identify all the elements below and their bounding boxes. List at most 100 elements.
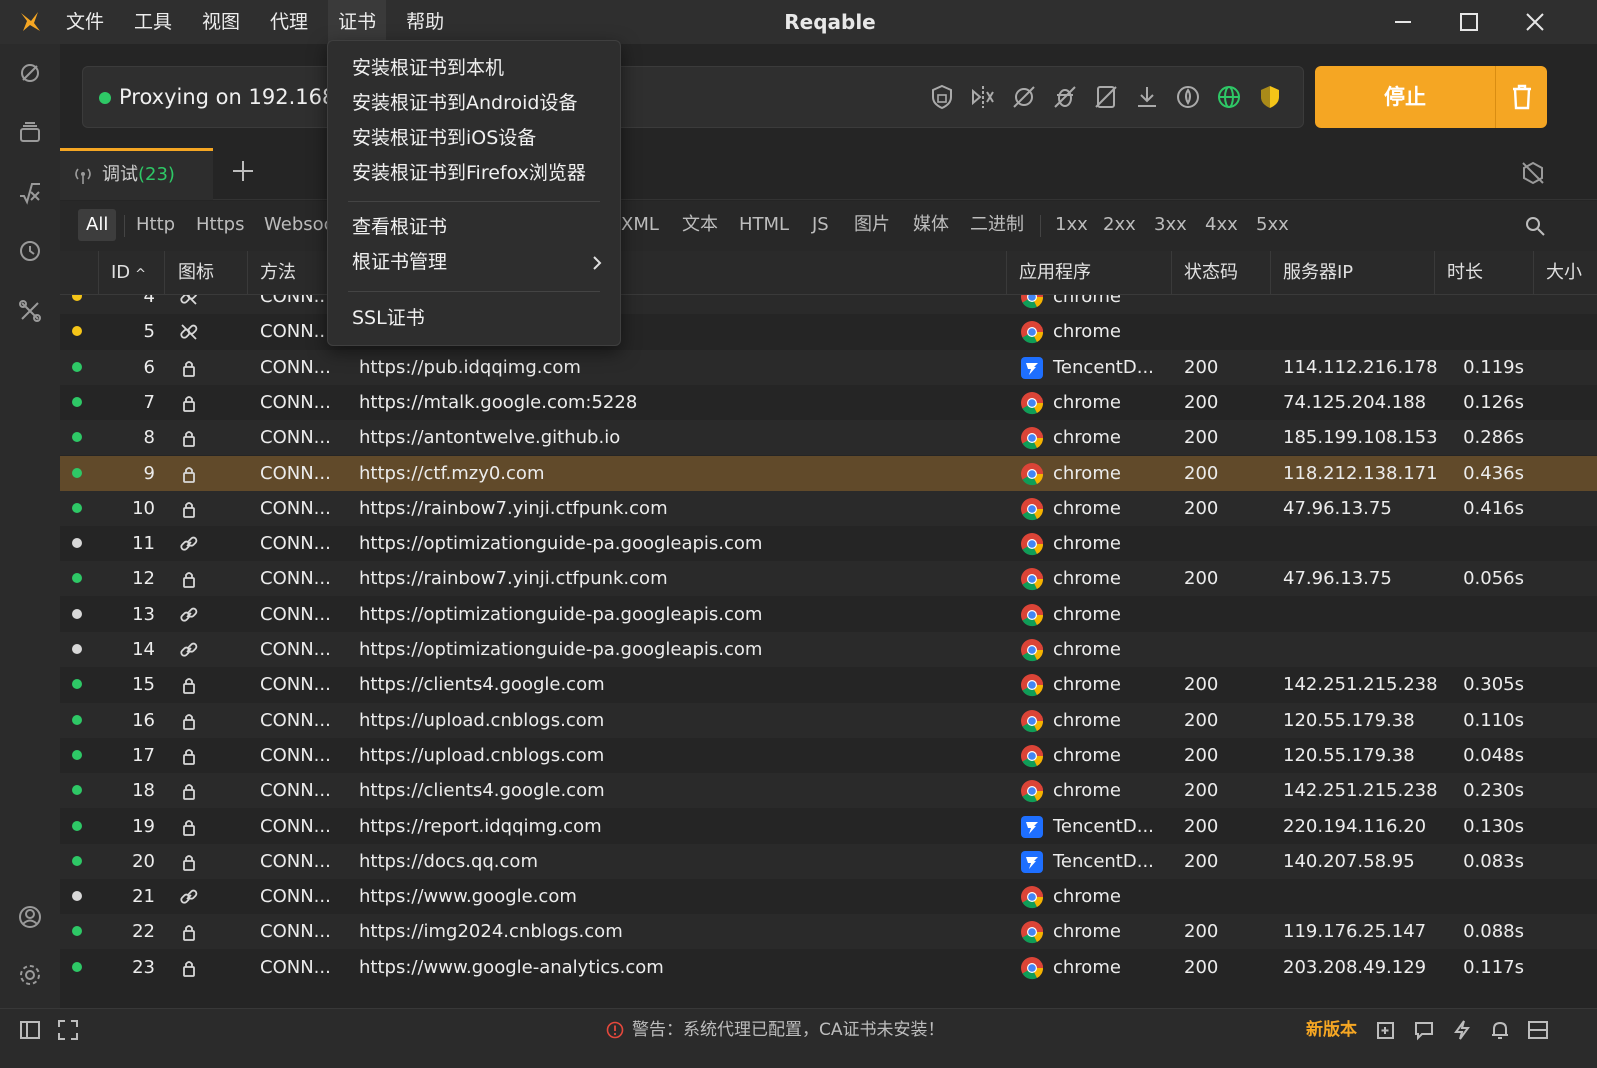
table-row[interactable]: 21 CONN... https://www.google.com chrome	[60, 879, 1597, 914]
menu-install-root-cert-ios[interactable]: 安装根证书到iOS设备	[352, 121, 536, 155]
network-globe-icon[interactable]	[1215, 83, 1243, 111]
table-row[interactable]: 23 CONN... https://www.google-analytics.co…	[60, 950, 1597, 985]
add-tab-icon[interactable]	[230, 158, 256, 184]
settings-icon[interactable]	[17, 962, 43, 988]
table-row[interactable]: 14 CONN... https://optimizationguide-pa.go…	[60, 632, 1597, 667]
maximize-button[interactable]	[1436, 0, 1502, 44]
table-row[interactable]: 22 CONN... https://img2024.cnblogs.com chro…	[60, 914, 1597, 950]
cell-method: CONN...	[260, 886, 331, 908]
column-header-id[interactable]: ID ^	[111, 251, 146, 297]
filter-3xx[interactable]: 3xx	[1146, 209, 1195, 241]
filter-https[interactable]: Https	[188, 209, 252, 241]
cell-status: 200	[1184, 956, 1219, 978]
filter-xml[interactable]: XML	[613, 209, 667, 241]
close-button[interactable]	[1502, 0, 1568, 44]
tab-debug[interactable]: 调试(23)	[60, 148, 213, 200]
table-row[interactable]: 9 CONN... https://ctf.mzy0.com chrome 200 118…	[60, 455, 1597, 491]
table-row[interactable]: 18 CONN... https://clients4.google.com chro…	[60, 773, 1597, 809]
feedback-icon[interactable]	[1413, 1019, 1435, 1041]
table-row[interactable]: 5 CONN... chrome	[60, 314, 1597, 349]
filter-http[interactable]: Http	[128, 209, 183, 241]
filter-1xx[interactable]: 1xx	[1047, 209, 1096, 241]
capture-icon[interactable]	[17, 60, 43, 86]
menu-install-root-cert-local[interactable]: 安装根证书到本机	[352, 51, 504, 85]
column-header-icon[interactable]: 图标	[178, 251, 214, 295]
new-version-link[interactable]: 新版本	[1306, 1009, 1357, 1051]
table-row[interactable]: 4 CONN... chrome	[60, 295, 1597, 314]
filter-binary[interactable]: 二进制	[962, 209, 1032, 241]
download-icon[interactable]	[1133, 83, 1161, 111]
filter-html[interactable]: HTML	[731, 209, 797, 241]
cell-status: 200	[1184, 427, 1219, 449]
gateway-off-icon[interactable]	[1010, 83, 1038, 111]
filter-all[interactable]: All	[78, 209, 117, 241]
cell-server-ip: 114.112.216.178	[1283, 356, 1438, 378]
column-header-method[interactable]: 方法	[260, 251, 296, 295]
table-row[interactable]: 11 CONN... https://optimizationguide-pa.go…	[60, 526, 1597, 561]
column-header-app[interactable]: 应用程序	[1019, 251, 1091, 295]
system-proxy-shield-icon[interactable]	[1256, 83, 1284, 111]
trash-icon[interactable]	[1509, 83, 1535, 111]
table-row[interactable]: 13 CONN... https://optimizationguide-pa.go…	[60, 597, 1597, 632]
cell-url: https://rainbow7.yinji.ctfpunk.com	[359, 497, 668, 519]
table-row[interactable]: 8 CONN... https://antontwelve.github.io chr…	[60, 420, 1597, 456]
column-divider	[1270, 251, 1271, 295]
cell-server-ip: 220.194.116.20	[1283, 815, 1427, 837]
mirror-icon[interactable]	[969, 83, 997, 111]
cell-server-ip: 47.96.13.75	[1283, 568, 1392, 590]
table-row[interactable]: 10 CONN... https://rainbow7.yinji.ctfpunk.…	[60, 490, 1597, 526]
fullscreen-icon[interactable]	[57, 1019, 79, 1041]
filter-4xx[interactable]: 4xx	[1197, 209, 1246, 241]
column-header-server-ip[interactable]: 服务器IP	[1283, 251, 1353, 295]
lock-icon	[183, 396, 195, 412]
menu-ssl-cert[interactable]: SSL证书	[352, 301, 425, 335]
table-row[interactable]: 19 CONN... https://report.idqqimg.com Tence…	[60, 809, 1597, 844]
menu-install-root-cert-android[interactable]: 安装根证书到Android设备	[352, 86, 577, 120]
filter-js[interactable]: JS	[804, 209, 837, 241]
lightning-icon[interactable]	[1451, 1019, 1473, 1041]
table-row[interactable]: 7 CONN... https://mtalk.google.com:5228 chr…	[60, 385, 1597, 420]
filter-text[interactable]: 文本	[674, 209, 726, 241]
script-icon[interactable]	[17, 180, 43, 206]
throttle-icon[interactable]	[1174, 83, 1202, 111]
table-row[interactable]: 20 CONN... https://docs.qq.com TencentD... 2…	[60, 843, 1597, 879]
filter-2xx[interactable]: 2xx	[1095, 209, 1144, 241]
menu-root-cert-management[interactable]: 根证书管理	[352, 245, 602, 279]
table-row[interactable]: 12 CONN... https://rainbow7.yinji.ctfpunk.…	[60, 561, 1597, 597]
notification-bell-icon[interactable]	[1489, 1019, 1511, 1041]
column-header-size[interactable]: 大小	[1546, 251, 1582, 295]
history-icon[interactable]	[17, 238, 43, 264]
layout-split-icon[interactable]	[1527, 1019, 1549, 1041]
no-cache-icon[interactable]	[1520, 160, 1546, 186]
table-row[interactable]: 17 CONN... https://upload.cnblogs.com chrom…	[60, 738, 1597, 773]
filter-5xx[interactable]: 5xx	[1248, 209, 1297, 241]
cell-duration: 0.130s	[1463, 815, 1524, 837]
table-row[interactable]: 16 CONN... https://upload.cnblogs.com chrom…	[60, 702, 1597, 738]
lock-icon	[183, 819, 195, 836]
column-header-duration[interactable]: 时长	[1447, 251, 1483, 295]
account-icon[interactable]	[17, 904, 43, 930]
new-note-icon[interactable]	[1375, 1019, 1397, 1041]
cell-duration: 0.110s	[1463, 709, 1524, 731]
table-row[interactable]: 6 CONN... https://pub.idqqimg.com TencentD.…	[60, 349, 1597, 385]
sidebar-toggle-icon[interactable]	[19, 1019, 41, 1041]
tools-icon[interactable]	[17, 298, 43, 324]
table-row[interactable]: 15 CONN... https://clients4.google.com chro…	[60, 667, 1597, 702]
ssl-proxy-icon[interactable]	[928, 83, 956, 111]
script-off-icon[interactable]	[1092, 83, 1120, 111]
filter-media[interactable]: 媒体	[905, 209, 957, 241]
menu-view-root-cert[interactable]: 查看根证书	[352, 210, 447, 244]
chrome-app-icon	[1021, 780, 1044, 803]
minimize-button[interactable]	[1370, 0, 1436, 44]
filter-image[interactable]: 图片	[846, 209, 898, 241]
cell-app: chrome	[1053, 462, 1121, 484]
column-header-status[interactable]: 状态码	[1184, 251, 1238, 295]
status-dot	[72, 396, 82, 407]
stop-button[interactable]: 停止	[1315, 66, 1547, 128]
warning-message[interactable]: 警告：系统代理已配置，CA证书未安装！	[632, 1009, 945, 1051]
search-icon[interactable]	[1524, 215, 1546, 237]
collections-icon[interactable]	[17, 120, 43, 146]
cell-url: https://report.idqqimg.com	[359, 815, 602, 837]
menu-install-root-cert-firefox[interactable]: 安装根证书到Firefox浏览器	[352, 156, 586, 190]
breakpoint-off-icon[interactable]	[1051, 83, 1079, 111]
